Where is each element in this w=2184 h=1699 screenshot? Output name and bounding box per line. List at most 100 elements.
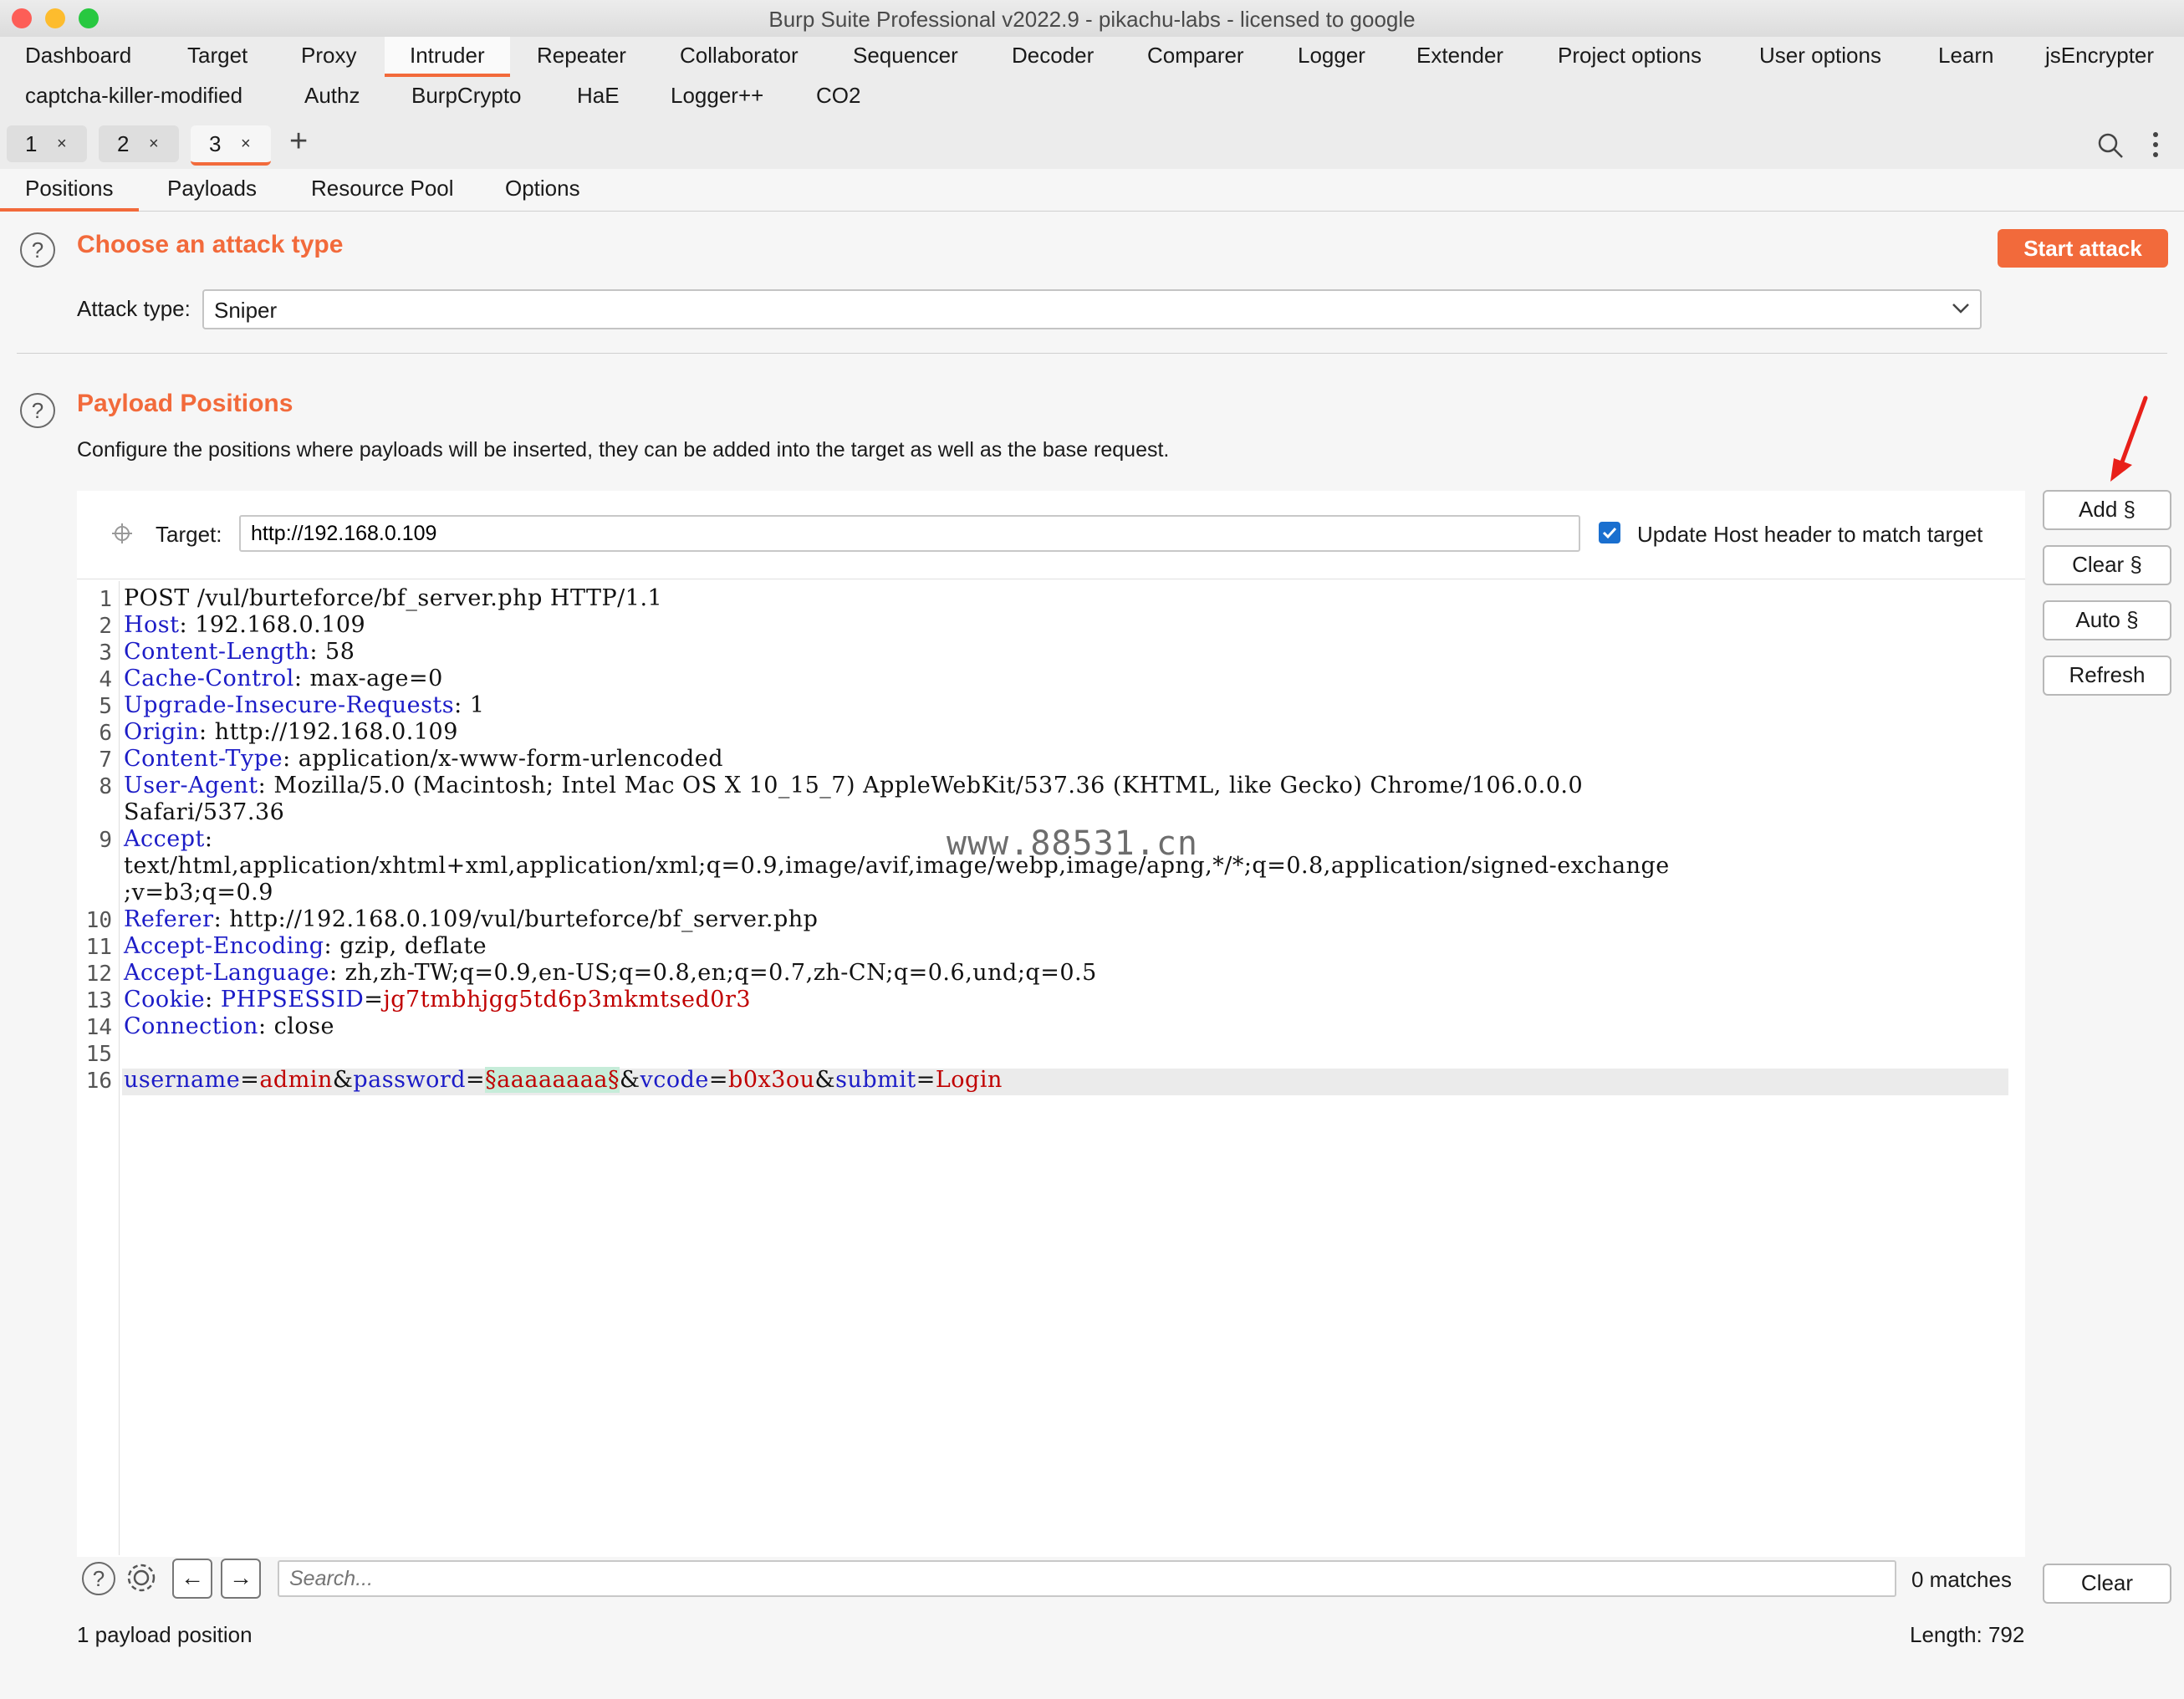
tab-collaborator[interactable]: Collaborator bbox=[680, 37, 799, 74]
close-icon[interactable]: × bbox=[57, 125, 67, 162]
main-tool-tabs: Dashboard Target Proxy Intruder Repeater… bbox=[0, 37, 2184, 120]
line-number: 13 bbox=[85, 988, 112, 1013]
intruder-attack-tabs: 1 × 2 × 3 × + bbox=[0, 119, 2184, 170]
window-title: Burp Suite Professional v2022.9 - pikach… bbox=[768, 7, 1416, 32]
tab-decoder[interactable]: Decoder bbox=[1012, 37, 1094, 74]
header-line-wrapped[interactable]: ;v=b3;q=0.9 bbox=[124, 880, 273, 906]
close-icon[interactable]: × bbox=[149, 125, 159, 162]
line-number: 10 bbox=[85, 908, 112, 933]
search-icon[interactable] bbox=[2097, 132, 2124, 159]
tab-target[interactable]: Target bbox=[187, 37, 247, 74]
update-host-label: Update Host header to match target bbox=[1637, 522, 1983, 547]
tab-logger[interactable]: Logger bbox=[1298, 37, 1365, 74]
close-icon[interactable]: × bbox=[241, 125, 251, 162]
header-line[interactable]: Content-Length: 58 bbox=[124, 639, 355, 665]
tab-payloads[interactable]: Payloads bbox=[167, 176, 257, 202]
tab-jsencrypter[interactable]: jsEncrypter bbox=[2045, 37, 2154, 74]
header-line[interactable]: Accept-Language: zh,zh-TW;q=0.9,en-US;q=… bbox=[124, 960, 1097, 986]
line-number: 12 bbox=[85, 962, 112, 987]
tab-proxy[interactable]: Proxy bbox=[301, 37, 356, 74]
help-icon[interactable]: ? bbox=[20, 393, 55, 428]
header-line[interactable]: Origin: http://192.168.0.109 bbox=[124, 719, 458, 745]
divider bbox=[17, 353, 2167, 354]
tab-user-options[interactable]: User options bbox=[1759, 37, 1881, 74]
update-host-checkbox[interactable] bbox=[1599, 522, 1620, 543]
watermark: www.88531.cn bbox=[947, 824, 1198, 863]
attack-type-select[interactable]: Sniper bbox=[202, 289, 1982, 329]
payload-marker: §aaaaaaaa§ bbox=[485, 1067, 620, 1093]
auto-markers-button[interactable]: Auto § bbox=[2043, 600, 2171, 640]
tab-co2[interactable]: CO2 bbox=[816, 77, 860, 114]
tab-repeater[interactable]: Repeater bbox=[537, 37, 626, 74]
header-line[interactable]: Upgrade-Insecure-Requests: 1 bbox=[124, 692, 485, 718]
line-number: 14 bbox=[85, 1015, 112, 1040]
line-number: 2 bbox=[99, 614, 112, 639]
request-length: Length: 792 bbox=[1910, 1622, 2025, 1647]
back-arrow-icon[interactable]: ← bbox=[172, 1559, 212, 1599]
header-line[interactable]: Host: 192.168.0.109 bbox=[124, 612, 365, 638]
tab-sequencer[interactable]: Sequencer bbox=[853, 37, 958, 74]
payload-position-count: 1 payload position bbox=[77, 1622, 253, 1647]
tab-project-options[interactable]: Project options bbox=[1558, 37, 1702, 74]
start-attack-button[interactable]: Start attack bbox=[1998, 229, 2168, 268]
tab-logger-plus-plus[interactable]: Logger++ bbox=[671, 77, 763, 114]
line-number: 5 bbox=[99, 694, 112, 719]
intruder-sub-tabs: Positions Payloads Resource Pool Options bbox=[0, 169, 2184, 212]
attack-tab-1[interactable]: 1 × bbox=[7, 125, 87, 162]
request-editor-panel bbox=[77, 491, 2025, 1557]
header-line[interactable]: Accept-Encoding: gzip, deflate bbox=[124, 933, 487, 959]
header-line[interactable]: Cache-Control: max-age=0 bbox=[124, 666, 443, 691]
header-line[interactable]: Connection: close bbox=[124, 1013, 334, 1039]
header-line[interactable]: Referer: http://192.168.0.109/vul/burtef… bbox=[124, 906, 818, 932]
refresh-button[interactable]: Refresh bbox=[2043, 656, 2171, 696]
line-number: 16 bbox=[85, 1069, 112, 1094]
tab-extender[interactable]: Extender bbox=[1416, 37, 1503, 74]
line-number: 6 bbox=[99, 721, 112, 746]
clear-markers-button[interactable]: Clear § bbox=[2043, 545, 2171, 585]
payload-positions-heading: Payload Positions bbox=[77, 390, 293, 417]
line-number: 3 bbox=[99, 640, 112, 666]
match-count: 0 matches bbox=[1911, 1567, 2012, 1592]
add-tab-icon[interactable]: + bbox=[289, 124, 308, 160]
line-number: 15 bbox=[85, 1042, 112, 1067]
attack-type-heading: Choose an attack type bbox=[77, 231, 344, 258]
header-line[interactable]: User-Agent: Mozilla/5.0 (Macintosh; Inte… bbox=[124, 773, 1583, 798]
request-line[interactable]: POST /vul/burteforce/bf_server.php HTTP/… bbox=[124, 585, 662, 611]
tab-learn[interactable]: Learn bbox=[1938, 37, 1994, 74]
header-line-wrapped[interactable]: text/html,application/xhtml+xml,applicat… bbox=[124, 853, 1670, 879]
add-marker-button[interactable]: Add § bbox=[2043, 490, 2171, 530]
search-input[interactable] bbox=[278, 1560, 1896, 1597]
header-line[interactable]: Content-Type: application/x-www-form-url… bbox=[124, 746, 723, 772]
checkmark-icon bbox=[1602, 527, 1617, 539]
tab-comparer[interactable]: Comparer bbox=[1147, 37, 1244, 74]
body-line[interactable]: username=admin&password=§aaaaaaaa§&vcode… bbox=[124, 1067, 1003, 1093]
tab-positions[interactable]: Positions bbox=[0, 176, 139, 212]
line-number: 7 bbox=[99, 747, 112, 773]
settings-gear-icon[interactable] bbox=[124, 1560, 159, 1595]
tab-burpcrypto[interactable]: BurpCrypto bbox=[411, 77, 522, 114]
clear-search-button[interactable]: Clear bbox=[2043, 1564, 2171, 1604]
help-icon[interactable]: ? bbox=[20, 232, 55, 268]
target-label: Target: bbox=[156, 522, 222, 547]
tab-intruder[interactable]: Intruder bbox=[385, 37, 510, 77]
tab-dashboard[interactable]: Dashboard bbox=[25, 37, 131, 74]
tab-captcha-killer[interactable]: captcha-killer-modified bbox=[25, 77, 242, 114]
cookie-line[interactable]: Cookie: PHPSESSID=jg7tmbhjgg5td6p3mkmtse… bbox=[124, 987, 751, 1013]
attack-tab-3[interactable]: 3 × bbox=[191, 125, 271, 166]
attack-tab-2[interactable]: 2 × bbox=[99, 125, 179, 162]
tab-hae[interactable]: HaE bbox=[577, 77, 620, 114]
chevron-down-icon bbox=[1952, 304, 1969, 314]
tab-resource-pool[interactable]: Resource Pool bbox=[311, 176, 454, 202]
attack-type-label: Attack type: bbox=[77, 296, 191, 321]
title-bar: Burp Suite Professional v2022.9 - pikach… bbox=[0, 0, 2184, 38]
more-options-icon[interactable] bbox=[2151, 130, 2161, 159]
help-icon[interactable]: ? bbox=[82, 1562, 115, 1595]
tab-authz[interactable]: Authz bbox=[304, 77, 360, 114]
line-number: 1 bbox=[99, 587, 112, 612]
header-line[interactable]: Accept: bbox=[124, 826, 212, 852]
tab-options[interactable]: Options bbox=[505, 176, 580, 202]
header-line-wrapped[interactable]: Safari/537.36 bbox=[124, 799, 284, 825]
target-url-input[interactable] bbox=[239, 515, 1580, 552]
forward-arrow-icon[interactable]: → bbox=[221, 1559, 261, 1599]
line-number: 4 bbox=[99, 667, 112, 692]
